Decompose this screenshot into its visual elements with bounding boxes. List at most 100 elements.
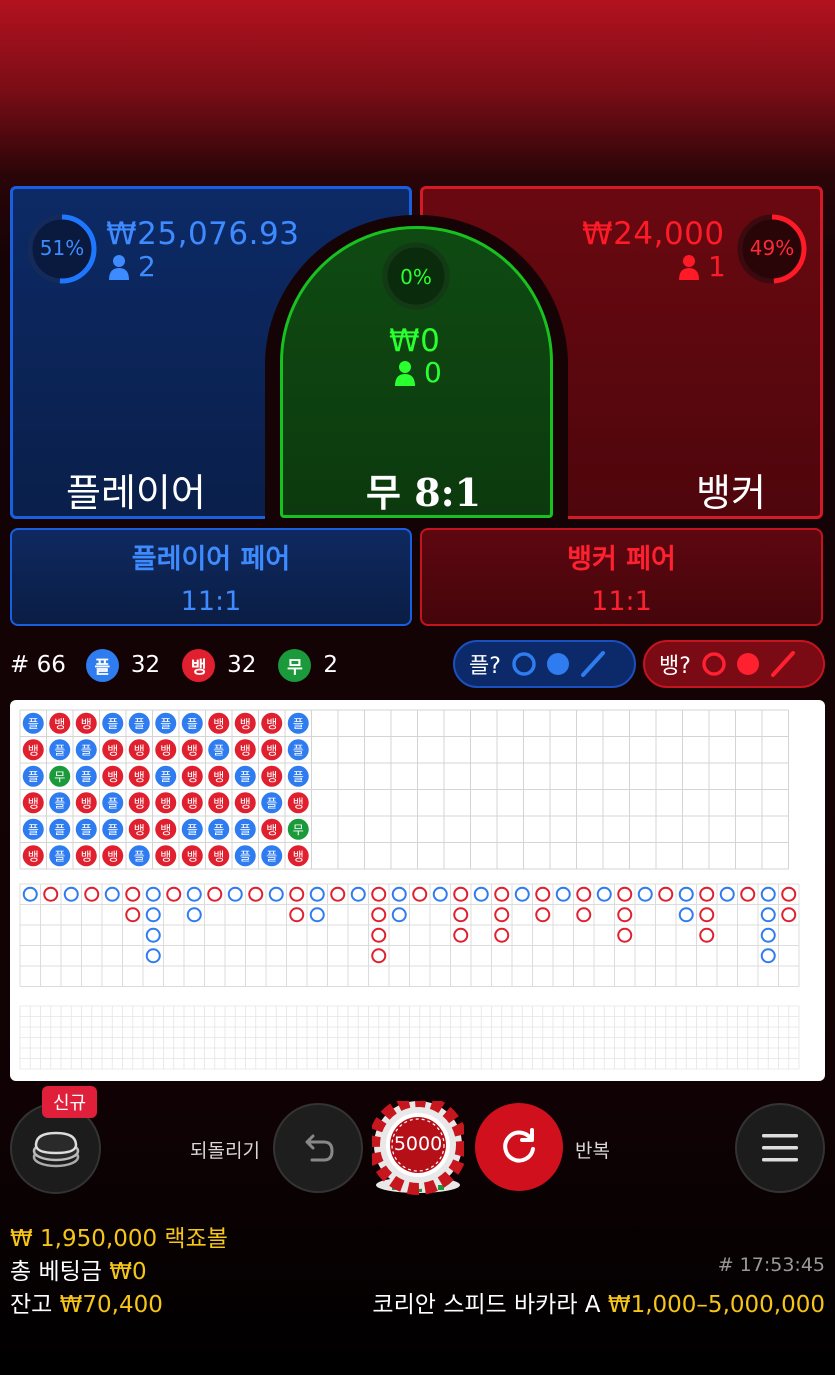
big-road-mark xyxy=(760,886,776,902)
bead-road-label: 플 xyxy=(240,770,251,784)
bead-road-label: 뱅 xyxy=(240,796,251,810)
balance-label: 잔고 xyxy=(10,1292,53,1318)
bead-road-label: 플 xyxy=(293,770,304,784)
total-bet: 총 베팅금 ₩0 xyxy=(10,1252,147,1286)
big-road-mark xyxy=(166,886,182,902)
big-road-mark xyxy=(248,886,264,902)
tie-count: 0 xyxy=(394,356,442,389)
big-road-mark xyxy=(658,886,674,902)
banker-label: 뱅커 xyxy=(696,471,766,515)
bead-road-label: 플 xyxy=(81,770,92,784)
bead-road-label: 플 xyxy=(293,743,304,757)
bead-road-label: 무 xyxy=(293,823,304,837)
bead-road-label: 뱅 xyxy=(107,770,118,784)
big-road-mark xyxy=(535,907,551,923)
banker-pair-odds: 11:1 xyxy=(591,586,652,617)
bead-road-label: 뱅 xyxy=(28,796,39,810)
banker-pair-button[interactable]: 뱅커 페어 11:1 xyxy=(420,528,823,626)
bead-road-label: 플 xyxy=(240,849,251,863)
bead-road-label: 뱅 xyxy=(81,849,92,863)
big-road-mark xyxy=(145,886,161,902)
big-road-mark xyxy=(104,886,120,902)
table-info: 코리안 스피드 바카라 A ₩1,000–5,000,000 xyxy=(372,1285,825,1319)
chip-selector[interactable]: 5000 xyxy=(372,1101,464,1197)
big-road-mark xyxy=(699,886,715,902)
big-road-mark xyxy=(84,886,100,902)
big-road-mark xyxy=(699,927,715,943)
big-road-mark xyxy=(740,886,756,902)
bead-road-label: 뱅 xyxy=(213,717,224,731)
big-road-mark xyxy=(186,907,202,923)
bead-road-label: 뱅 xyxy=(187,743,198,757)
player-pair-button[interactable]: 플레이어 페어 11:1 xyxy=(10,528,412,626)
big-road-mark xyxy=(781,907,797,923)
big-road-mark xyxy=(125,907,141,923)
bead-road-label: 뱅 xyxy=(81,717,92,731)
big-road-mark xyxy=(289,907,305,923)
bead-road-label: 플 xyxy=(107,823,118,837)
bead-road-label: 플 xyxy=(28,770,39,784)
player-count: 2 xyxy=(108,250,156,283)
player-predict-button[interactable]: 플? xyxy=(453,640,636,688)
bead-road-label: 뱅 xyxy=(187,849,198,863)
new-badge: 신규 xyxy=(42,1086,97,1118)
person-icon xyxy=(109,254,129,280)
big-road-mark xyxy=(760,907,776,923)
big-road-mark xyxy=(617,907,633,923)
big-road-mark xyxy=(309,907,325,923)
menu-button[interactable] xyxy=(735,1103,825,1193)
bead-road-label: 뱅 xyxy=(293,849,304,863)
bead-road-label: 뱅 xyxy=(107,743,118,757)
undo-label: 되돌리기 xyxy=(190,1140,260,1162)
bead-road-label: 뱅 xyxy=(213,770,224,784)
big-road-mark xyxy=(699,907,715,923)
player-label: 플레이어 xyxy=(66,471,206,515)
banker-predict-button[interactable]: 뱅? xyxy=(643,640,825,688)
big-road-mark xyxy=(781,886,797,902)
undo-icon xyxy=(305,1134,334,1162)
tie-badge: 무 xyxy=(278,648,312,682)
bead-road-label: 플 xyxy=(28,823,39,837)
player-badge: 플 xyxy=(85,648,119,682)
big-road-mark xyxy=(453,927,469,943)
undo-button[interactable] xyxy=(273,1103,363,1193)
big-road-mark xyxy=(514,886,530,902)
bead-road-label: 뱅 xyxy=(266,823,277,837)
big-road-mark xyxy=(678,907,694,923)
banker-amount: ₩24,000 xyxy=(582,216,725,252)
big-road-mark xyxy=(145,927,161,943)
bead-road-label: 플 xyxy=(81,743,92,757)
banker-count-value: 1 xyxy=(708,250,726,283)
road-stats: # 66 플 32 뱅 32 무 2 xyxy=(10,645,338,685)
big-road-mark xyxy=(678,886,694,902)
bead-road-label: 플 xyxy=(213,743,224,757)
big-road-mark xyxy=(125,886,141,902)
repeat-icon xyxy=(503,1128,535,1163)
banker-predict-label: 뱅? xyxy=(659,654,691,679)
big-road-mark xyxy=(473,886,489,902)
big-road-mark xyxy=(43,886,59,902)
total-bet-label: 총 베팅금 xyxy=(10,1259,102,1285)
tie-percent: 0% xyxy=(400,265,432,289)
repeat-button[interactable] xyxy=(475,1103,563,1191)
player-pair-label: 플레이어 페어 xyxy=(131,544,291,575)
big-road-mark xyxy=(268,886,284,902)
bead-road-label: 플 xyxy=(240,823,251,837)
scoreboard[interactable]: 플뱅플뱅플뱅뱅플무플플플뱅플플뱅플뱅플뱅뱅플플뱅플뱅뱅뱅뱅플플뱅플뱅뱅뱅플뱅뱅뱅… xyxy=(10,700,825,1081)
big-road-mark xyxy=(207,886,223,902)
bead-road-label: 뱅 xyxy=(293,796,304,810)
big-road-mark xyxy=(617,886,633,902)
player-amount: ₩25,076.93 xyxy=(106,216,300,252)
big-road-mark xyxy=(227,886,243,902)
bead-road-label: 뱅 xyxy=(134,770,145,784)
person-icon xyxy=(395,360,415,386)
bead-road-label: 플 xyxy=(293,717,304,731)
bead-road-label: 뱅 xyxy=(187,770,198,784)
banker-badge: 뱅 xyxy=(182,648,216,682)
banker-predict-icons xyxy=(702,651,795,677)
bead-road-label: 뱅 xyxy=(160,796,171,810)
tie-label: 무 8:1 xyxy=(366,470,482,515)
tie-win-count: 2 xyxy=(323,652,339,678)
balance-value: ₩70,400 xyxy=(59,1292,163,1318)
big-road-mark xyxy=(555,886,571,902)
